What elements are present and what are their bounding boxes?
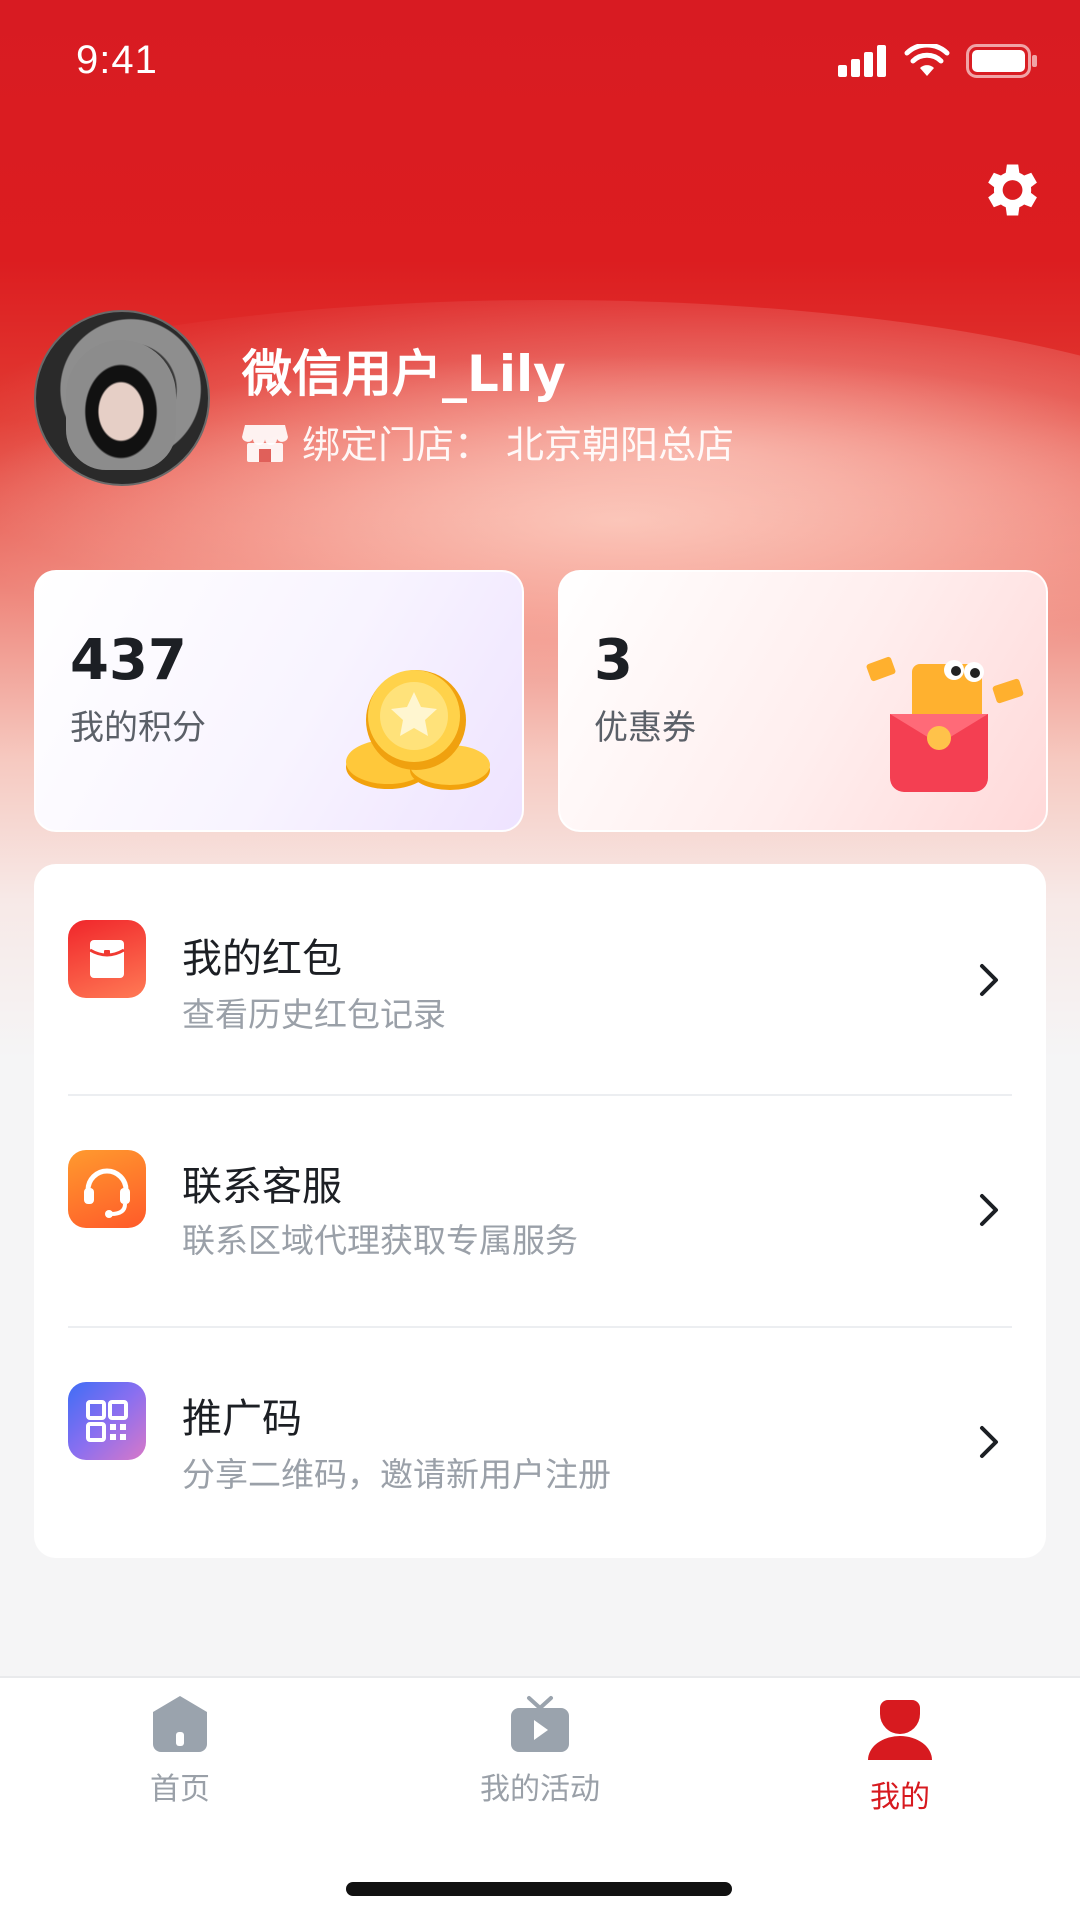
menu-title: 我的红包: [182, 936, 342, 982]
tab-mine[interactable]: 我的: [800, 1694, 1000, 1816]
qr-code-icon: [68, 1382, 146, 1460]
tab-label: 我的活动: [480, 1772, 600, 1807]
menu-item-red-envelopes[interactable]: 我的红包 查看历史红包记录: [34, 864, 1046, 1095]
avatar[interactable]: [34, 310, 210, 486]
points-label: 我的积分: [70, 708, 206, 748]
menu-item-customer-service[interactable]: 联系客服 联系区域代理获取专属服务: [34, 1096, 1046, 1327]
status-time: 9:41: [76, 38, 158, 82]
bound-store[interactable]: 绑定门店： 北京朝阳总店: [242, 414, 734, 469]
gold-coins-icon: [346, 670, 490, 790]
coupons-value: 3: [594, 628, 633, 693]
menu-title: 联系客服: [182, 1164, 342, 1210]
menu-card: 我的红包 查看历史红包记录 联系客服 联系区域代理获取专属服务 推广码 分享二维…: [34, 864, 1046, 1558]
tv-play-icon: [511, 1696, 569, 1752]
chevron-right-icon: [980, 1194, 998, 1226]
chevron-right-icon: [980, 1426, 998, 1458]
headset-icon: [68, 1150, 146, 1228]
username: 微信用户_Lily: [242, 345, 566, 403]
menu-item-promo-code[interactable]: 推广码 分享二维码，邀请新用户注册: [34, 1328, 1046, 1559]
home-indicator: [346, 1882, 732, 1896]
store-name: 北京朝阳总店: [506, 423, 735, 467]
red-envelope-icon: [68, 920, 146, 998]
status-icons: [838, 44, 1038, 78]
user-icon: [868, 1700, 932, 1760]
cellular-signal-icon: [838, 45, 886, 77]
store-icon: [242, 424, 288, 462]
settings-gear-icon[interactable]: [976, 156, 1044, 224]
tab-label: 我的: [870, 1780, 930, 1815]
tab-home[interactable]: 首页: [80, 1694, 280, 1808]
status-bar: 9:41: [0, 0, 1080, 130]
wifi-icon: [904, 44, 950, 76]
coupons-label: 优惠券: [594, 708, 696, 748]
red-envelope-coupon-icon: [866, 656, 1024, 792]
home-icon: [153, 1696, 207, 1752]
store-label: 绑定门店：: [302, 423, 493, 467]
chevron-right-icon: [980, 964, 998, 996]
battery-icon: [966, 44, 1037, 78]
coupons-card[interactable]: 3 优惠券: [558, 570, 1048, 832]
points-card[interactable]: 437 我的积分: [34, 570, 524, 832]
tab-my-activities[interactable]: 我的活动: [440, 1694, 640, 1808]
tab-label: 首页: [150, 1772, 210, 1807]
menu-subtitle: 联系区域代理获取专属服务: [182, 1221, 578, 1260]
menu-subtitle: 查看历史红包记录: [182, 995, 446, 1034]
menu-title: 推广码: [182, 1396, 302, 1442]
points-value: 437: [70, 628, 187, 693]
menu-subtitle: 分享二维码，邀请新用户注册: [182, 1455, 611, 1494]
